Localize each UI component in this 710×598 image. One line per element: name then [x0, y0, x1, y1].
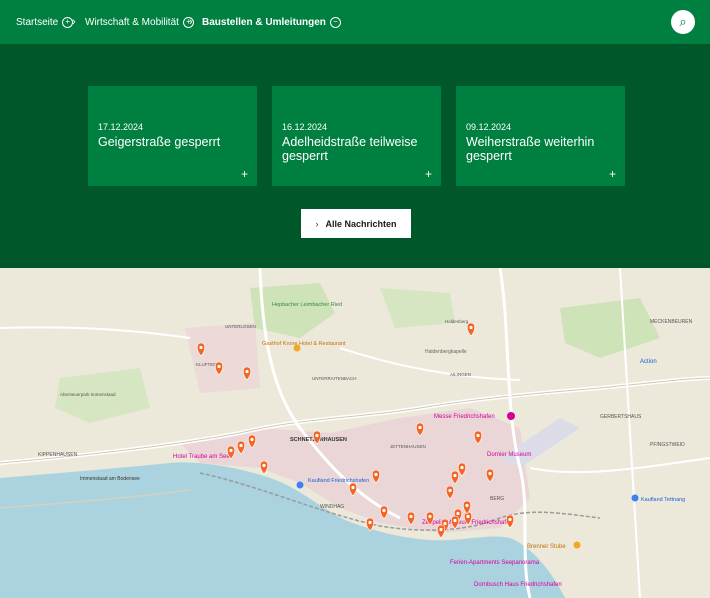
construction-icon [453, 518, 457, 523]
construction-icon [245, 369, 249, 374]
all-news-label: Alle Nachrichten [325, 218, 397, 229]
all-news-button[interactable]: › Alle Nachrichten [301, 209, 411, 238]
place-label: WINDHAG [320, 504, 344, 510]
poi-label-kaufland-tt[interactable]: Kaufland Tettnang [641, 497, 685, 503]
chevron-right-icon: › [189, 16, 193, 28]
construction-icon [443, 521, 447, 526]
news-card[interactable]: 17.12.2024 Geigerstraße gesperrt + [88, 86, 257, 186]
breadcrumb-item-baustellen[interactable]: Baustellen & Umleitungen − [202, 0, 341, 44]
shop-icon [631, 494, 639, 502]
construction-icon [439, 527, 443, 532]
search-button[interactable]: ⌕ [671, 10, 695, 34]
search-icon: ⌕ [679, 14, 687, 29]
place-label: UNTERLOSEN [225, 324, 256, 329]
place-label: KIPPENHAUSEN [38, 452, 78, 458]
chevron-right-icon: › [315, 218, 319, 229]
construction-icon [418, 425, 422, 430]
place-label: JETTENHAUSEN [390, 444, 426, 449]
news-card[interactable]: 09.12.2024 Weiherstraße weiterhin gesper… [456, 86, 625, 186]
construction-icon [465, 503, 469, 508]
place-label: Holdenberg [445, 319, 469, 324]
breadcrumb-label: Startseite [16, 16, 59, 28]
messe-icon [507, 412, 515, 420]
poi-label-kaufland-fn[interactable]: Kaufland Friedrichshafen [308, 478, 369, 484]
place-label: AILINGEN [450, 372, 471, 377]
construction-icon [374, 472, 378, 477]
construction-icon [409, 514, 413, 519]
poi-label-dornbusch[interactable]: Dornbusch Haus Friedrichshafen [474, 582, 562, 588]
place-label: Immenstaad am Bodensee [80, 476, 140, 482]
top-navigation-bar: Startseite + › Wirtschaft & Mobilität + … [0, 0, 710, 44]
construction-icon [508, 517, 512, 522]
breadcrumb-item-wirtschaft[interactable]: Wirtschaft & Mobilität + [85, 0, 194, 44]
construction-icon [239, 443, 243, 448]
plus-icon[interactable]: + [241, 168, 248, 180]
chevron-right-icon: › [72, 16, 76, 28]
breadcrumb-label: Wirtschaft & Mobilität [85, 16, 179, 28]
news-date: 17.12.2024 [98, 122, 144, 132]
place-label: MECKENBEUREN [650, 319, 693, 325]
construction-icon [460, 465, 464, 470]
poi-label-hotel[interactable]: Hotel Traube am See [173, 454, 230, 460]
poi-label-action[interactable]: Action [640, 359, 657, 365]
place-label: BERG [490, 496, 504, 502]
construction-icon [428, 514, 432, 519]
construction-icon [469, 325, 473, 330]
place-label: Haldenbergkapelle [425, 349, 467, 355]
news-date: 16.12.2024 [282, 122, 328, 132]
poi-label-brenner[interactable]: Brenner Stube [527, 544, 566, 550]
news-title: Weiherstraße weiterhin gesperrt [466, 135, 595, 163]
construction-icon [453, 473, 457, 478]
construction-icon [199, 345, 203, 350]
construction-icon [488, 471, 492, 476]
construction-icon [250, 437, 254, 442]
place-label: GERBERTSHAUS [600, 414, 642, 420]
construction-icon [466, 514, 470, 519]
news-title: Geigerstraße gesperrt [98, 135, 221, 149]
plus-icon[interactable]: + [425, 168, 432, 180]
shop-icon [296, 481, 304, 489]
place-label: Abenteuerpark Immenstaad [60, 392, 116, 397]
construction-icon [476, 433, 480, 438]
place-label: PFINGSTWEID [650, 442, 685, 448]
construction-icon [217, 364, 221, 369]
news-card[interactable]: 16.12.2024 Adelheidstraße teilweise gesp… [272, 86, 441, 186]
breadcrumb-item-startseite[interactable]: Startseite + [16, 0, 74, 44]
poi-label-messe[interactable]: Messe Friedrichshafen [434, 414, 495, 420]
news-date: 09.12.2024 [466, 122, 512, 132]
construction-icon [382, 508, 386, 513]
construction-icon [229, 448, 233, 453]
poi-label-dornier[interactable]: Dornier Museum [487, 452, 531, 458]
construction-icon [262, 463, 266, 468]
construction-icon [456, 511, 460, 516]
poi-label-ried: Hepbacher Leimbacher Ried [272, 302, 342, 308]
construction-icon [351, 485, 355, 490]
construction-icon [315, 433, 319, 438]
restaurant-icon [573, 541, 581, 549]
construction-sites-map[interactable]: KIPPENHAUSEN SCHNETZENHAUSEN WINDHAG GER… [0, 268, 710, 598]
place-label: UNTERRAITENBACH [312, 376, 357, 381]
minus-circle-icon[interactable]: − [329, 16, 341, 28]
breadcrumb-label-current: Baustellen & Umleitungen [202, 16, 326, 28]
construction-icon [368, 520, 372, 525]
construction-icon [448, 488, 452, 493]
poi-label-ferien[interactable]: Ferien-Apartments Seepanorama [450, 560, 540, 566]
poi-label-gasthof[interactable]: Gasthof Krone Hotel & Restaurant [262, 341, 346, 347]
plus-icon[interactable]: + [609, 168, 616, 180]
news-title: Adelheidstraße teilweise gesperrt [282, 135, 418, 163]
